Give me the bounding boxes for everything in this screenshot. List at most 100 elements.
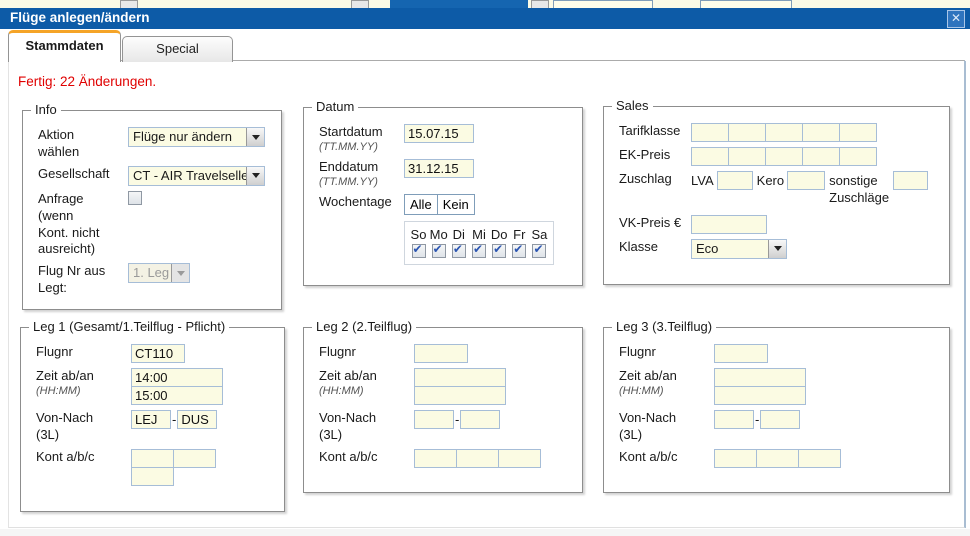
leg3-kont-label: Kont a/b/c xyxy=(619,449,714,466)
anfrage-label: Anfrage (wenn Kont. nicht ausreicht) xyxy=(38,191,128,259)
leg3-nach-input[interactable] xyxy=(760,410,800,429)
gesellschaft-value: CT - AIR Travelseller xyxy=(129,167,246,185)
tarifklasse-inputs xyxy=(691,123,877,142)
dialog-title: Flüge anlegen/ändern xyxy=(10,10,150,25)
leg1-kont-c-input[interactable] xyxy=(131,467,174,486)
flight-edit-dialog: Flüge anlegen/ändern ✕ Stammdaten Specia… xyxy=(0,0,970,536)
ek-preis-inputs xyxy=(691,147,877,166)
leg3-kont-a-input[interactable] xyxy=(714,449,757,468)
enddatum-label: Enddatum(TT.MM.YY) xyxy=(319,159,404,189)
klasse-label: Klasse xyxy=(619,239,691,256)
leg1-zeit-ab-input[interactable] xyxy=(131,368,223,387)
background-selected-input-fragment xyxy=(390,0,528,8)
alle-button[interactable]: Alle xyxy=(404,194,438,215)
weekday-label-mi: Mi xyxy=(472,227,486,242)
leg3-zeit-ab-input[interactable] xyxy=(714,368,806,387)
leg2-zeit-ab-input[interactable] xyxy=(414,368,506,387)
leg2-zeit-label: Zeit ab/an(HH:MM) xyxy=(319,368,414,398)
status-message: Fertig: 22 Änderungen. xyxy=(18,74,156,89)
leg1-von-input[interactable] xyxy=(131,410,171,429)
leg2-zeit-inputs xyxy=(414,368,506,405)
leg1-kont-b-input[interactable] xyxy=(173,449,216,468)
ek-preis-label: EK-Preis xyxy=(619,147,691,164)
leg1-kont-inputs xyxy=(131,449,216,486)
tarifklasse-input-3[interactable] xyxy=(765,123,803,142)
leg2-flugnr-input[interactable] xyxy=(414,344,468,363)
leg2-zeit-an-input[interactable] xyxy=(414,386,506,405)
chevron-down-icon xyxy=(171,264,189,282)
flugnr-aus-label: Flug Nr aus Legt: xyxy=(38,263,128,297)
leg1-kont-label: Kont a/b/c xyxy=(36,449,131,466)
weekday-box: So Mo Di Mi Do Fr Sa xyxy=(404,221,554,265)
kero-label: Kero xyxy=(753,171,787,190)
klasse-value: Eco xyxy=(692,240,768,258)
aktion-select[interactable]: Flüge nur ändern xyxy=(128,127,265,147)
leg3-flugnr-label: Flugnr xyxy=(619,344,714,361)
klasse-select[interactable]: Eco xyxy=(691,239,787,259)
tarifklasse-input-2[interactable] xyxy=(728,123,766,142)
leg2-kont-a-input[interactable] xyxy=(414,449,457,468)
ek-preis-input-5[interactable] xyxy=(839,147,877,166)
leg1-zeit-label: Zeit ab/an(HH:MM) xyxy=(36,368,131,398)
close-icon[interactable]: ✕ xyxy=(947,10,965,28)
leg2-von-input[interactable] xyxy=(414,410,454,429)
leg3-von-input[interactable] xyxy=(714,410,754,429)
leg2-kont-b-input[interactable] xyxy=(456,449,499,468)
leg1-flugnr-input[interactable] xyxy=(131,344,185,363)
startdatum-input[interactable] xyxy=(404,124,474,143)
vk-preis-input[interactable] xyxy=(691,215,767,234)
weekday-checkbox-mo[interactable] xyxy=(432,244,446,258)
startdatum-hint: (TT.MM.YY) xyxy=(319,141,404,154)
tarifklasse-input-1[interactable] xyxy=(691,123,729,142)
leg2-legend: Leg 2 (2.Teilflug) xyxy=(312,319,416,334)
anfrage-checkbox[interactable] xyxy=(128,191,142,205)
panel-right-border xyxy=(965,61,966,528)
leg1-nach-input[interactable] xyxy=(177,410,217,429)
weekday-label-mo: Mo xyxy=(430,227,448,242)
weekday-checkbox-mi[interactable] xyxy=(472,244,486,258)
info-legend: Info xyxy=(31,102,61,117)
chevron-down-icon xyxy=(246,128,264,146)
leg1-fieldset: Leg 1 (Gesamt/1.Teilflug - Pflicht) Flug… xyxy=(20,327,285,512)
weekday-checkbox-do[interactable] xyxy=(492,244,506,258)
leg1-kont-a-input[interactable] xyxy=(131,449,174,468)
enddatum-input[interactable] xyxy=(404,159,474,178)
tarifklasse-input-4[interactable] xyxy=(802,123,840,142)
weekday-label-do: Do xyxy=(491,227,508,242)
tab-special[interactable]: Special xyxy=(122,36,233,62)
weekday-checkbox-di[interactable] xyxy=(452,244,466,258)
ek-preis-input-3[interactable] xyxy=(765,147,803,166)
tab-stammdaten[interactable]: Stammdaten xyxy=(8,30,121,62)
leg2-nach-input[interactable] xyxy=(460,410,500,429)
gesellschaft-select[interactable]: CT - AIR Travelseller xyxy=(128,166,265,186)
leg1-zeit-an-input[interactable] xyxy=(131,386,223,405)
kein-button[interactable]: Kein xyxy=(437,194,475,215)
kero-input[interactable] xyxy=(787,171,825,190)
leg3-kont-c-input[interactable] xyxy=(798,449,841,468)
leg2-flugnr-label: Flugnr xyxy=(319,344,414,361)
sonstige-label: sonstige Zuschläge xyxy=(825,171,893,207)
lva-input[interactable] xyxy=(717,171,753,190)
leg3-flugnr-input[interactable] xyxy=(714,344,768,363)
ek-preis-input-4[interactable] xyxy=(802,147,840,166)
weekday-checkbox-fr[interactable] xyxy=(512,244,526,258)
dialog-titlebar: Flüge anlegen/ändern ✕ xyxy=(0,8,970,29)
sonstige-input[interactable] xyxy=(893,171,928,190)
sales-fieldset: Sales Tarifklasse EK-Preis xyxy=(603,106,950,285)
leg2-kont-c-input[interactable] xyxy=(498,449,541,468)
chevron-down-icon xyxy=(246,167,264,185)
ek-preis-input-1[interactable] xyxy=(691,147,729,166)
weekday-checkbox-sa[interactable] xyxy=(532,244,546,258)
leg1-vonnach-label: Von-Nach (3L) xyxy=(36,410,131,444)
leg3-kont-b-input[interactable] xyxy=(756,449,799,468)
leg2-vonnach-label: Von-Nach (3L) xyxy=(319,410,414,444)
leg1-zeit-hint: (HH:MM) xyxy=(36,385,131,398)
gesellschaft-label: Gesellschaft xyxy=(38,166,128,183)
enddatum-hint: (TT.MM.YY) xyxy=(319,176,404,189)
leg2-kont-label: Kont a/b/c xyxy=(319,449,414,466)
leg3-zeit-an-input[interactable] xyxy=(714,386,806,405)
weekday-checkbox-so[interactable] xyxy=(412,244,426,258)
ek-preis-input-2[interactable] xyxy=(728,147,766,166)
leg1-zeit-inputs xyxy=(131,368,223,405)
tarifklasse-input-5[interactable] xyxy=(839,123,877,142)
